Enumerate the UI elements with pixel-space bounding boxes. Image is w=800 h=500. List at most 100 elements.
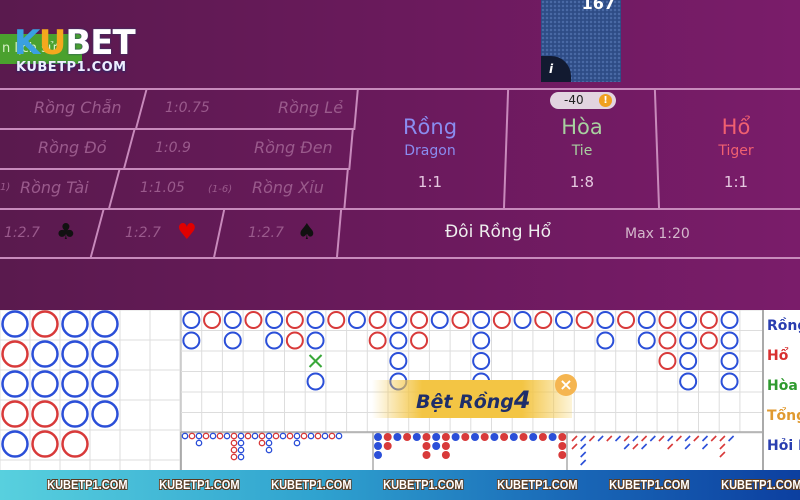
bigroad-dragon <box>389 311 408 329</box>
bet-dragon-big[interactable]: Rồng Tài <box>20 178 89 197</box>
cockroach-mark <box>710 435 717 442</box>
small-road-mark <box>265 432 273 440</box>
small-road-mark <box>230 439 238 447</box>
odds-heart: 1:2.7 <box>125 225 161 241</box>
bigroad-dragon <box>720 331 739 350</box>
bigroad-dragon <box>182 331 201 350</box>
bet-dragon[interactable]: Rồng Dragon 1:1 <box>380 115 480 191</box>
bigroad-tiger <box>285 311 304 329</box>
info-icon[interactable]: i <box>541 56 571 82</box>
bet-pair[interactable]: Đôi Rồng Hổ <box>445 222 551 242</box>
stat-tiger: Hổ <box>767 348 789 364</box>
small-road-mark <box>300 432 308 440</box>
small-road-mark <box>230 432 238 440</box>
bigroad-tiger <box>451 311 470 329</box>
bead-dragon <box>91 400 119 428</box>
club-icon[interactable]: ♣ <box>56 222 76 244</box>
bet-dragon-odd[interactable]: Rồng Lẻ <box>278 98 343 117</box>
cockroach-mark <box>728 435 735 442</box>
bead-tiger <box>31 400 59 428</box>
bet-tie[interactable]: Hòa Tie 1:8 <box>532 115 632 191</box>
bead-dot <box>374 442 382 450</box>
bigroad-tiger <box>410 311 429 329</box>
bigroad-dragon <box>679 352 698 370</box>
cockroach-mark <box>632 435 639 442</box>
bet-dragon-small[interactable]: Rồng Xỉu <box>252 178 324 197</box>
bigroad-dragon <box>637 311 656 329</box>
stat-total: Tổng <box>767 408 800 424</box>
bigroad-dragon <box>182 311 201 329</box>
bigroad-dragon <box>554 311 573 329</box>
card-shoe: 167 i <box>541 0 621 82</box>
cockroach-mark <box>658 435 665 442</box>
bet-tiger[interactable]: Hổ Tiger 1:1 <box>686 115 786 191</box>
odds-spade: 1:2.7 <box>248 225 284 241</box>
close-icon[interactable]: × <box>555 374 577 396</box>
cockroach-mark <box>606 435 613 442</box>
bigroad-dragon <box>223 331 242 350</box>
heart-icon[interactable]: ♥ <box>177 222 197 244</box>
small-road-mark <box>265 439 273 447</box>
bigroad-tiger <box>658 311 677 329</box>
watermark: KUBETP1.COM <box>159 477 240 492</box>
small-road-mark <box>314 432 322 440</box>
watermark: KUBETP1.COM <box>47 477 128 492</box>
cockroach-mark <box>632 443 639 450</box>
bigroad-dragon <box>265 331 284 350</box>
cockroach-mark <box>580 435 587 442</box>
bead-dot <box>383 442 392 450</box>
bead-dot <box>412 433 421 441</box>
streak-count: 4 <box>513 386 531 414</box>
cockroach-mark <box>667 443 674 450</box>
bigroad-dragon <box>513 311 532 329</box>
cockroach-mark <box>580 459 587 466</box>
bigroad-dragon <box>389 331 408 350</box>
warning-icon: ! <box>599 94 612 107</box>
small-road-mark <box>195 432 203 440</box>
small-road-mark <box>188 432 196 440</box>
bead-dot <box>519 433 528 441</box>
spade-icon[interactable]: ♠ <box>297 222 317 244</box>
tie-mark <box>308 354 323 368</box>
small-road-mark <box>286 432 294 440</box>
stat-ask-dragon[interactable]: Hỏi R <box>767 438 800 454</box>
small-road-mark <box>293 439 301 447</box>
bet-dragon-black[interactable]: Rồng Đen <box>254 138 333 157</box>
bead-dragon <box>1 370 29 398</box>
watermark: KUBETP1.COM <box>271 477 352 492</box>
bead-dragon <box>31 340 59 368</box>
bigroad-dragon <box>679 311 698 329</box>
small-road-mark <box>209 432 217 440</box>
watermark-bar: KUBETP1.COM KUBETP1.COM KUBETP1.COM KUBE… <box>0 470 800 500</box>
small-road-mark <box>237 432 245 440</box>
odds-big-small: 1:1.05 <box>140 180 185 196</box>
small-road-mark <box>223 432 231 440</box>
cockroach-mark <box>667 435 674 442</box>
bead-dot <box>558 451 567 459</box>
cockroach-mark <box>588 435 595 442</box>
cockroach-mark <box>719 451 726 458</box>
bigroad-dragon <box>679 331 698 350</box>
bead-dot <box>422 442 431 450</box>
stat-tie: Hòa <box>767 378 798 394</box>
bigroad-dragon <box>679 372 698 391</box>
bet-dragon-even[interactable]: Rồng Chẵn <box>34 98 122 117</box>
small-road-mark <box>307 432 315 440</box>
watermark: KUBETP1.COM <box>383 477 464 492</box>
bet-dragon-red[interactable]: Rồng Đỏ <box>38 138 106 157</box>
game-table: n lịch sử KUBET KUBETP1.COM 167 i Rồng C… <box>0 0 800 310</box>
cockroach-mark <box>623 435 630 442</box>
bigroad-dragon <box>720 311 739 329</box>
bead-dragon <box>61 310 89 338</box>
bead-dot <box>441 433 450 441</box>
cockroach-mark <box>571 435 578 442</box>
bigroad-dragon <box>596 311 615 329</box>
bigroad-tiger <box>244 311 263 329</box>
bigroad-tiger <box>492 311 511 329</box>
bead-dot <box>461 433 470 441</box>
cockroach-mark <box>693 435 700 442</box>
bigroad-dragon <box>223 311 242 329</box>
bead-dot <box>422 451 431 459</box>
logo-text: KUBET <box>14 23 136 63</box>
bigroad-dragon <box>306 331 325 350</box>
